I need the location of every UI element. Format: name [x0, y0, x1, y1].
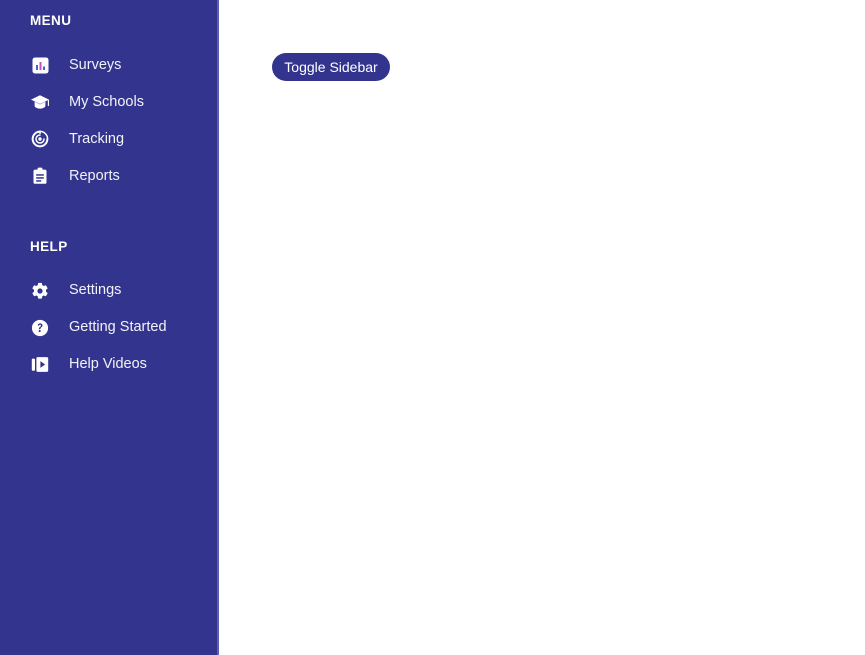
sidebar-item-my-schools[interactable]: My Schools: [0, 84, 217, 121]
main-content: Toggle Sidebar: [219, 0, 865, 655]
graduation-cap-icon: [29, 91, 51, 113]
sidebar-menu-list: Surveys My Schools Tracking Reports: [0, 47, 217, 195]
sidebar: MENU Surveys My Schools Tracking Reports…: [0, 0, 219, 655]
sidebar-item-reports[interactable]: Reports: [0, 158, 217, 195]
sidebar-item-label-help-videos: Help Videos: [69, 356, 147, 373]
video-play-icon: [29, 354, 51, 376]
sidebar-item-label-getting-started: Getting Started: [69, 319, 167, 336]
sidebar-item-label-surveys: Surveys: [69, 56, 122, 73]
sidebar-help-list: Settings Getting Started Help Videos: [0, 272, 217, 383]
sidebar-section-help: HELP Settings Getting Started Help Video…: [0, 238, 217, 384]
sidebar-item-surveys[interactable]: Surveys: [0, 47, 217, 84]
toggle-sidebar-button[interactable]: Toggle Sidebar: [272, 53, 390, 81]
sidebar-item-settings[interactable]: Settings: [0, 272, 217, 309]
clipboard-icon: [29, 165, 51, 187]
gear-icon: [29, 280, 51, 302]
survey-chart-icon: [29, 54, 51, 76]
radar-target-icon: [29, 128, 51, 150]
sidebar-item-tracking[interactable]: Tracking: [0, 121, 217, 158]
question-circle-icon: [29, 317, 51, 339]
sidebar-section-menu: MENU Surveys My Schools Tracking Reports: [0, 0, 217, 195]
sidebar-item-help-videos[interactable]: Help Videos: [0, 346, 217, 383]
sidebar-item-label-settings: Settings: [69, 282, 122, 299]
sidebar-item-label-reports: Reports: [69, 167, 120, 184]
sidebar-section-title-menu: MENU: [30, 13, 72, 28]
sidebar-item-getting-started[interactable]: Getting Started: [0, 309, 217, 346]
sidebar-section-title-help: HELP: [30, 238, 68, 254]
sidebar-item-label-my-schools: My Schools: [69, 93, 144, 110]
sidebar-item-label-tracking: Tracking: [69, 130, 125, 147]
app-root: MENU Surveys My Schools Tracking Reports…: [0, 0, 865, 655]
